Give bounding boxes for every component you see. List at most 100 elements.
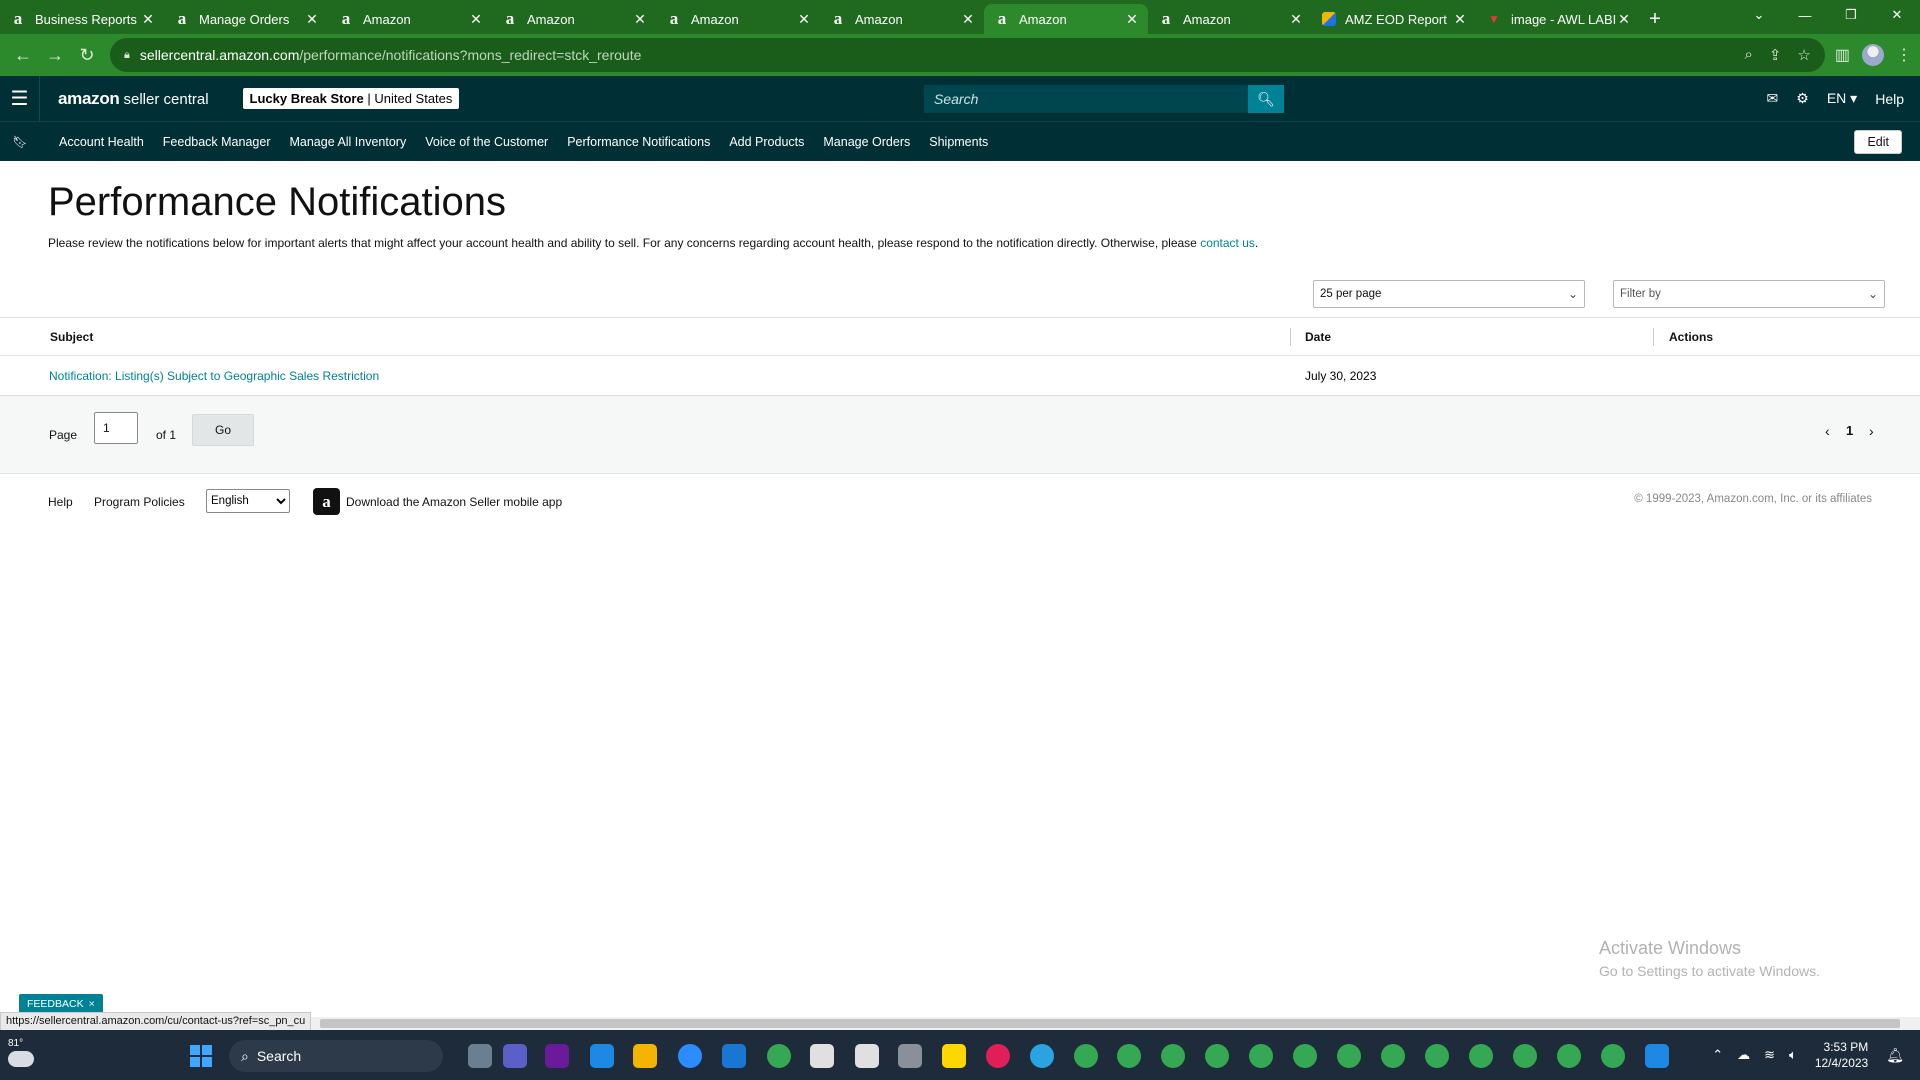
feedback-button[interactable]: FEEDBACK × xyxy=(19,994,103,1014)
search-button[interactable]: 🔍︎ xyxy=(1248,85,1284,113)
current-page-number[interactable]: 1 xyxy=(1846,423,1853,438)
file-explorer-icon[interactable] xyxy=(633,1044,657,1068)
close-icon[interactable]: ✕ xyxy=(304,11,320,28)
per-page-select[interactable]: 25 per page ⌄ xyxy=(1313,280,1585,308)
close-icon[interactable]: ✕ xyxy=(140,11,156,28)
hamburger-menu-icon[interactable]: ☰ xyxy=(0,76,40,121)
store-switcher[interactable]: Lucky Break Store | United States xyxy=(242,88,460,109)
column-divider[interactable] xyxy=(1290,328,1291,346)
profile-avatar[interactable] xyxy=(1862,44,1884,66)
nav-account-health[interactable]: Account Health xyxy=(59,135,144,149)
task-view-icon[interactable] xyxy=(468,1044,492,1068)
column-header-date[interactable]: Date xyxy=(1305,330,1331,344)
edit-nav-button[interactable]: Edit xyxy=(1854,130,1902,154)
contact-us-link[interactable]: contact us xyxy=(1200,236,1255,250)
forward-icon[interactable]: → xyxy=(40,40,70,70)
nav-manage-all-inventory[interactable]: Manage All Inventory xyxy=(289,135,406,149)
close-icon[interactable]: ✕ xyxy=(1616,11,1632,28)
chrome-icon[interactable] xyxy=(1425,1044,1449,1068)
chart-app-icon[interactable] xyxy=(810,1044,834,1068)
nzxt-icon[interactable] xyxy=(545,1044,569,1068)
chrome-icon[interactable] xyxy=(1337,1044,1361,1068)
seller-central-logo[interactable]: amazon seller central xyxy=(58,89,209,109)
volume-icon[interactable]: 🔈︎ xyxy=(1789,1047,1797,1063)
weather-widget[interactable]: 81° xyxy=(8,1038,34,1067)
filter-by-select[interactable]: Filter by ⌄ xyxy=(1613,280,1885,308)
footer-help-link[interactable]: Help xyxy=(48,495,73,509)
teams-icon[interactable] xyxy=(503,1044,527,1068)
chart-app-icon[interactable] xyxy=(855,1044,879,1068)
column-header-subject[interactable]: Subject xyxy=(50,330,93,344)
amazon-app-icon[interactable]: a xyxy=(313,488,340,515)
reload-icon[interactable]: ↻ xyxy=(72,40,102,70)
close-icon[interactable]: ✕ xyxy=(1124,11,1140,28)
sticky-notes-icon[interactable] xyxy=(942,1044,966,1068)
wifi-icon[interactable]: ≋ xyxy=(1764,1047,1775,1063)
browser-tab-active[interactable]: a Amazon ✕ xyxy=(984,4,1148,34)
chevron-left-icon[interactable]: ‹ xyxy=(1825,423,1830,439)
close-icon[interactable]: ✕ xyxy=(468,11,484,28)
browser-tab[interactable]: a Amazon ✕ xyxy=(656,4,820,34)
language-selector[interactable]: EN ▾ xyxy=(1827,90,1857,107)
nav-manage-orders[interactable]: Manage Orders xyxy=(823,135,910,149)
chrome-icon[interactable] xyxy=(1293,1044,1317,1068)
browser-tab[interactable]: AMZ EOD Report ✕ xyxy=(1312,4,1476,34)
chrome-icon[interactable] xyxy=(1557,1044,1581,1068)
column-divider[interactable] xyxy=(1653,328,1654,346)
chrome-icon[interactable] xyxy=(1513,1044,1537,1068)
page-number-input[interactable] xyxy=(94,412,138,444)
chrome-icon[interactable] xyxy=(1469,1044,1493,1068)
scrollbar-thumb[interactable] xyxy=(320,1019,1900,1028)
browser-tab[interactable]: a Amazon ✕ xyxy=(820,4,984,34)
bookmark-icon[interactable]: 🔖︎ xyxy=(0,135,40,149)
restore-icon[interactable]: ❐ xyxy=(1828,0,1874,30)
menu-kebab-icon[interactable]: ⋮ xyxy=(1896,45,1912,65)
browser-tab[interactable]: a Amazon ✕ xyxy=(492,4,656,34)
close-icon[interactable]: ✕ xyxy=(1288,11,1304,28)
nav-performance-notifications[interactable]: Performance Notifications xyxy=(567,135,710,149)
chrome-icon[interactable] xyxy=(1381,1044,1405,1068)
nav-add-products[interactable]: Add Products xyxy=(729,135,804,149)
taskbar-search[interactable]: ⌕ Search xyxy=(229,1040,443,1072)
go-button[interactable]: Go xyxy=(192,414,254,446)
close-window-icon[interactable]: ✕ xyxy=(1874,0,1920,30)
zoom-icon[interactable]: ⌕ xyxy=(1744,46,1752,64)
footer-language-select[interactable]: English xyxy=(206,489,290,513)
chrome-icon[interactable] xyxy=(1601,1044,1625,1068)
search-input[interactable] xyxy=(924,85,1248,113)
close-icon[interactable]: ✕ xyxy=(960,11,976,28)
bookmark-star-icon[interactable]: ☆ xyxy=(1797,46,1810,64)
app-icon[interactable] xyxy=(1645,1044,1669,1068)
calculator-icon[interactable] xyxy=(898,1044,922,1068)
address-bar[interactable]: 🔒︎ sellercentral.amazon.com/performance/… xyxy=(110,38,1825,72)
close-icon[interactable]: ✕ xyxy=(796,11,812,28)
chrome-icon[interactable] xyxy=(767,1044,791,1068)
telegram-icon[interactable] xyxy=(1030,1044,1054,1068)
chevron-right-icon[interactable]: › xyxy=(1869,423,1874,439)
windows-start-icon[interactable] xyxy=(190,1045,212,1067)
browser-tab[interactable]: a Amazon ✕ xyxy=(1148,4,1312,34)
browser-tab[interactable]: a Amazon ✕ xyxy=(328,4,492,34)
calendar-icon[interactable] xyxy=(722,1044,746,1068)
program-policies-link[interactable]: Program Policies xyxy=(94,495,185,509)
browser-tab[interactable]: a Business Reports ✕ xyxy=(0,4,164,34)
nav-voice-of-the-customer[interactable]: Voice of the Customer xyxy=(425,135,548,149)
notification-bell-icon[interactable]: 🔔︎ xyxy=(1886,1047,1904,1064)
app-icon[interactable] xyxy=(590,1044,614,1068)
share-icon[interactable]: ⇪ xyxy=(1769,46,1782,64)
chrome-icon[interactable] xyxy=(1249,1044,1273,1068)
taskbar-clock[interactable]: 3:53 PM 12/4/2023 xyxy=(1815,1039,1868,1071)
chrome-icon[interactable] xyxy=(1161,1044,1185,1068)
close-icon[interactable]: × xyxy=(89,998,95,1010)
browser-tab[interactable]: a Manage Orders ✕ xyxy=(164,4,328,34)
nav-feedback-manager[interactable]: Feedback Manager xyxy=(163,135,271,149)
help-link[interactable]: Help xyxy=(1875,91,1904,107)
lock-icon[interactable]: 🔒︎ xyxy=(124,49,130,62)
notification-subject-link[interactable]: Notification: Listing(s) Subject to Geog… xyxy=(49,369,379,383)
zoom-app-icon[interactable] xyxy=(678,1044,702,1068)
chevron-up-icon[interactable]: ⌃ xyxy=(1712,1047,1723,1063)
browser-tab[interactable]: ▼ image - AWL LABI ✕ xyxy=(1476,4,1640,34)
minimize-icon[interactable]: — xyxy=(1782,0,1828,30)
download-app-link[interactable]: Download the Amazon Seller mobile app xyxy=(346,495,562,509)
close-icon[interactable]: ✕ xyxy=(632,11,648,28)
